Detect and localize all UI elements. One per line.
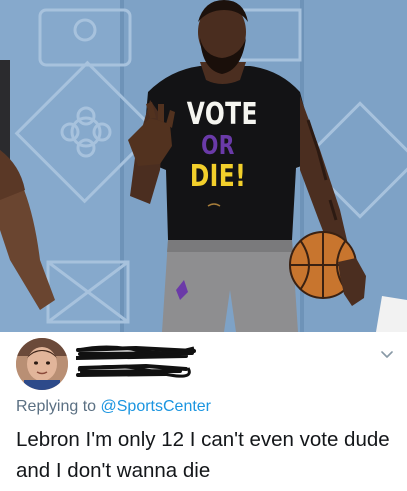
chevron-down-icon[interactable] (379, 346, 395, 362)
replying-to-label: Replying to (16, 398, 101, 415)
tweet-card: Replying to @SportsCenter Lebron I'm onl… (0, 332, 407, 491)
shirt-text-die: DIE! (189, 159, 247, 194)
avatar-image (16, 338, 68, 390)
hand-shape (338, 258, 366, 306)
avatar[interactable] (16, 338, 68, 390)
tweet-text: Lebron I'm only 12 I can't even vote dud… (16, 428, 390, 482)
redacted-name-scribble (76, 345, 196, 378)
replying-to-line: Replying to @SportsCenter (16, 398, 211, 416)
shirt-text-or: OR (201, 131, 235, 161)
replying-to-handle-link[interactable]: @SportsCenter (101, 398, 212, 415)
tweet-photo[interactable]: VOTE OR DIE! (0, 0, 407, 332)
shirt-text-vote: VOTE (186, 97, 258, 132)
